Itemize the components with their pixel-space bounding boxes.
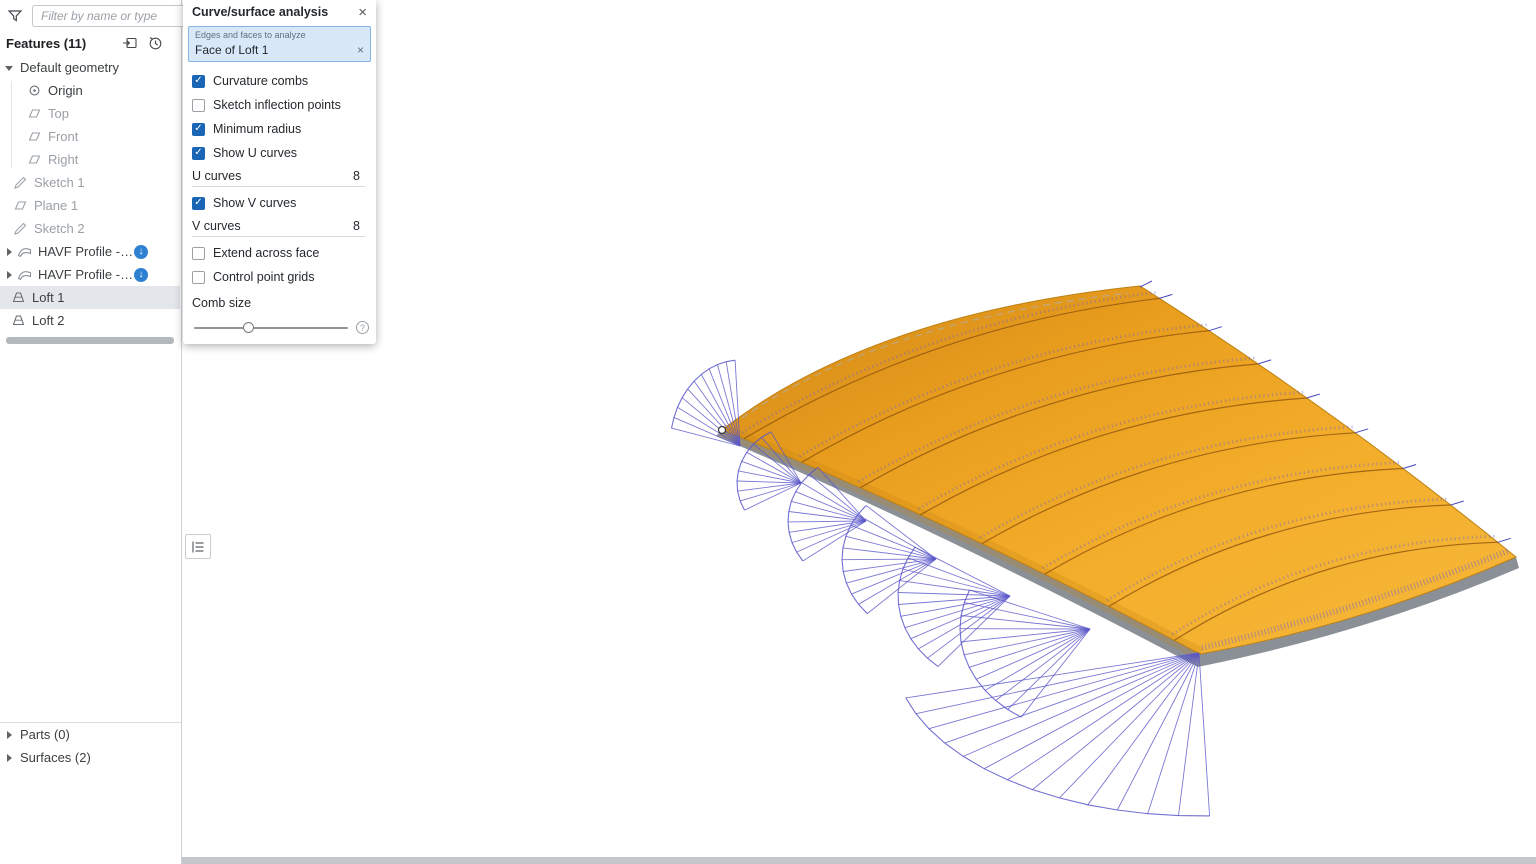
- edges-faces-to-analyze-field[interactable]: Edges and faces to analyze Face of Loft …: [188, 26, 371, 62]
- loft-icon: [11, 313, 26, 328]
- create-folder-icon[interactable]: [122, 35, 138, 51]
- field-label: Edges and faces to analyze: [195, 30, 364, 40]
- checkbox-row-show-v-curves[interactable]: Show V curves: [183, 191, 376, 215]
- section-parts[interactable]: Parts (0): [0, 723, 180, 746]
- tree-horizontal-scrollbar[interactable]: [6, 337, 174, 344]
- tree-item-loft-2[interactable]: Loft 2: [0, 309, 180, 332]
- checkbox-row-minimum-radius[interactable]: Minimum radius: [183, 117, 376, 141]
- comb-size-slider-handle[interactable]: [243, 322, 254, 333]
- close-icon[interactable]: ×: [358, 5, 367, 20]
- v-curves-count-row: V curves 8: [192, 215, 365, 237]
- dialog-title: Curve/surface analysis: [192, 5, 328, 19]
- u-curves-count-row: U curves 8: [192, 165, 365, 187]
- selected-face-value: Face of Loft 1: [195, 43, 268, 57]
- outline-list-icon: [189, 538, 207, 556]
- filter-icon[interactable]: [6, 7, 24, 25]
- tree-item-top-plane[interactable]: Top: [0, 102, 180, 125]
- checkbox-row-curvature-combs[interactable]: Curvature combs: [183, 69, 376, 93]
- plane-icon: [13, 198, 28, 213]
- viewport-tree-toggle-button[interactable]: [185, 534, 211, 559]
- sketch-inflection-points-checkbox[interactable]: [192, 99, 205, 112]
- filter-input[interactable]: [32, 5, 205, 27]
- help-icon[interactable]: ?: [356, 321, 369, 334]
- checkbox-row-extend-across-face[interactable]: Extend across face: [183, 241, 376, 265]
- show-u-curves-checkbox[interactable]: [192, 147, 205, 160]
- tree-item-right-plane[interactable]: Right: [0, 148, 180, 171]
- section-surfaces[interactable]: Surfaces (2): [0, 746, 180, 769]
- update-available-icon[interactable]: [134, 245, 148, 259]
- surface-icon: [17, 267, 32, 282]
- tree-item-havf-profile-2[interactable]: HAVF Profile - ...: [0, 263, 180, 286]
- profile-vertex-marker: [719, 427, 726, 434]
- checkbox-row-sketch-inflection-points[interactable]: Sketch inflection points: [183, 93, 376, 117]
- surface-icon: [17, 244, 32, 259]
- curve-surface-analysis-dialog: Curve/surface analysis × Edges and faces…: [183, 0, 376, 344]
- plane-icon: [27, 152, 42, 167]
- chevron-right-icon[interactable]: [4, 270, 14, 280]
- minimum-radius-checkbox[interactable]: [192, 123, 205, 136]
- rollback-icon[interactable]: [147, 35, 163, 51]
- v-curves-input[interactable]: 8: [353, 219, 365, 233]
- tree-item-front-plane[interactable]: Front: [0, 125, 180, 148]
- tip-corner-tick: [1140, 281, 1152, 287]
- tree-item-default-geometry[interactable]: Default geometry: [0, 56, 180, 79]
- chevron-right-icon[interactable]: [4, 753, 14, 763]
- comb-size-label: Comb size: [183, 289, 376, 311]
- bottom-scrollbar[interactable]: [0, 857, 1536, 864]
- sketch-icon: [13, 221, 28, 236]
- update-available-icon[interactable]: [134, 268, 148, 282]
- control-point-grids-checkbox[interactable]: [192, 271, 205, 284]
- chevron-right-icon[interactable]: [4, 247, 14, 257]
- tree-item-sketch-1[interactable]: Sketch 1: [0, 171, 180, 194]
- comb-size-slider[interactable]: [194, 327, 348, 329]
- curvature-combs-checkbox[interactable]: [192, 75, 205, 88]
- origin-icon: [27, 83, 42, 98]
- plane-icon: [27, 106, 42, 121]
- checkbox-row-control-point-grids[interactable]: Control point grids: [183, 265, 376, 289]
- u-curves-input[interactable]: 8: [353, 169, 365, 183]
- chevron-down-icon[interactable]: [4, 63, 14, 73]
- tree-item-origin[interactable]: Origin: [0, 79, 180, 102]
- clear-selection-icon[interactable]: ×: [357, 43, 364, 57]
- feature-tree: Default geometry Origin Top Front: [0, 56, 180, 332]
- feature-tree-panel: Features (11) Default geometry Or: [0, 0, 182, 864]
- show-v-curves-checkbox[interactable]: [192, 197, 205, 210]
- plane-icon: [27, 129, 42, 144]
- checkbox-row-show-u-curves[interactable]: Show U curves: [183, 141, 376, 165]
- tree-item-loft-1[interactable]: Loft 1: [0, 286, 180, 309]
- tree-item-sketch-2[interactable]: Sketch 2: [0, 217, 180, 240]
- features-header: Features (11): [6, 36, 86, 51]
- wing-surface-face[interactable]: [722, 286, 1516, 654]
- sketch-icon: [13, 175, 28, 190]
- chevron-right-icon[interactable]: [4, 730, 14, 740]
- tree-item-plane-1[interactable]: Plane 1: [0, 194, 180, 217]
- extend-across-face-checkbox[interactable]: [192, 247, 205, 260]
- loft-icon: [11, 290, 26, 305]
- tree-item-havf-profile-1[interactable]: HAVF Profile - ...: [0, 240, 180, 263]
